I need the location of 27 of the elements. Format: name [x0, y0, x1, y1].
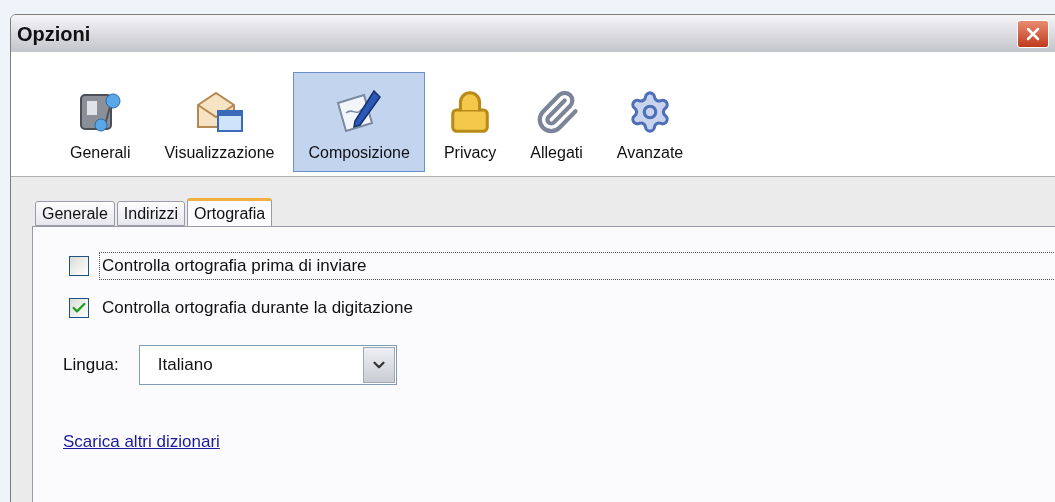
toolbar-label: Generali	[70, 143, 131, 163]
toolbar-button[interactable]: Generali	[55, 72, 146, 172]
language-label: Lingua:	[63, 354, 119, 377]
toolbar-label: Avanzate	[616, 143, 684, 163]
dropdown-arrow-button[interactable]	[362, 347, 395, 383]
checkbox[interactable]	[69, 298, 89, 318]
toolbar-label: Privacy	[443, 143, 497, 163]
window-title: Opzioni	[17, 21, 91, 47]
toolbar-button[interactable]: Composizione	[293, 72, 425, 172]
language-dropdown[interactable]: Italiano	[138, 345, 397, 385]
dropdown-value: Italiano	[157, 354, 213, 377]
toolbar-label: Allegati	[530, 143, 583, 163]
toolbar-label: Visualizzazione	[164, 143, 275, 163]
toolbar-button[interactable]: Allegati	[515, 72, 598, 172]
toolbar-button[interactable]: Avanzate	[601, 72, 699, 172]
toolbar-label: Composizione	[308, 143, 410, 163]
tab[interactable]: Generale	[35, 201, 115, 226]
checkbox-label: Controlla ortografia durante la digitazione	[101, 297, 414, 320]
toolbar-button[interactable]: Privacy	[428, 72, 512, 172]
checkbox[interactable]	[69, 256, 89, 276]
download-dictionaries-link[interactable]: Scarica altri dizionari	[63, 429, 220, 455]
tab[interactable]: Indirizzi	[116, 201, 186, 226]
close-button[interactable]	[1017, 19, 1049, 48]
toolbar-button[interactable]: Visualizzazione	[149, 72, 290, 172]
envelope-window-icon	[194, 89, 245, 135]
checkbox-label: Controlla ortografia prima di inviare	[99, 252, 1055, 280]
tab[interactable]: Ortografia	[187, 198, 273, 227]
